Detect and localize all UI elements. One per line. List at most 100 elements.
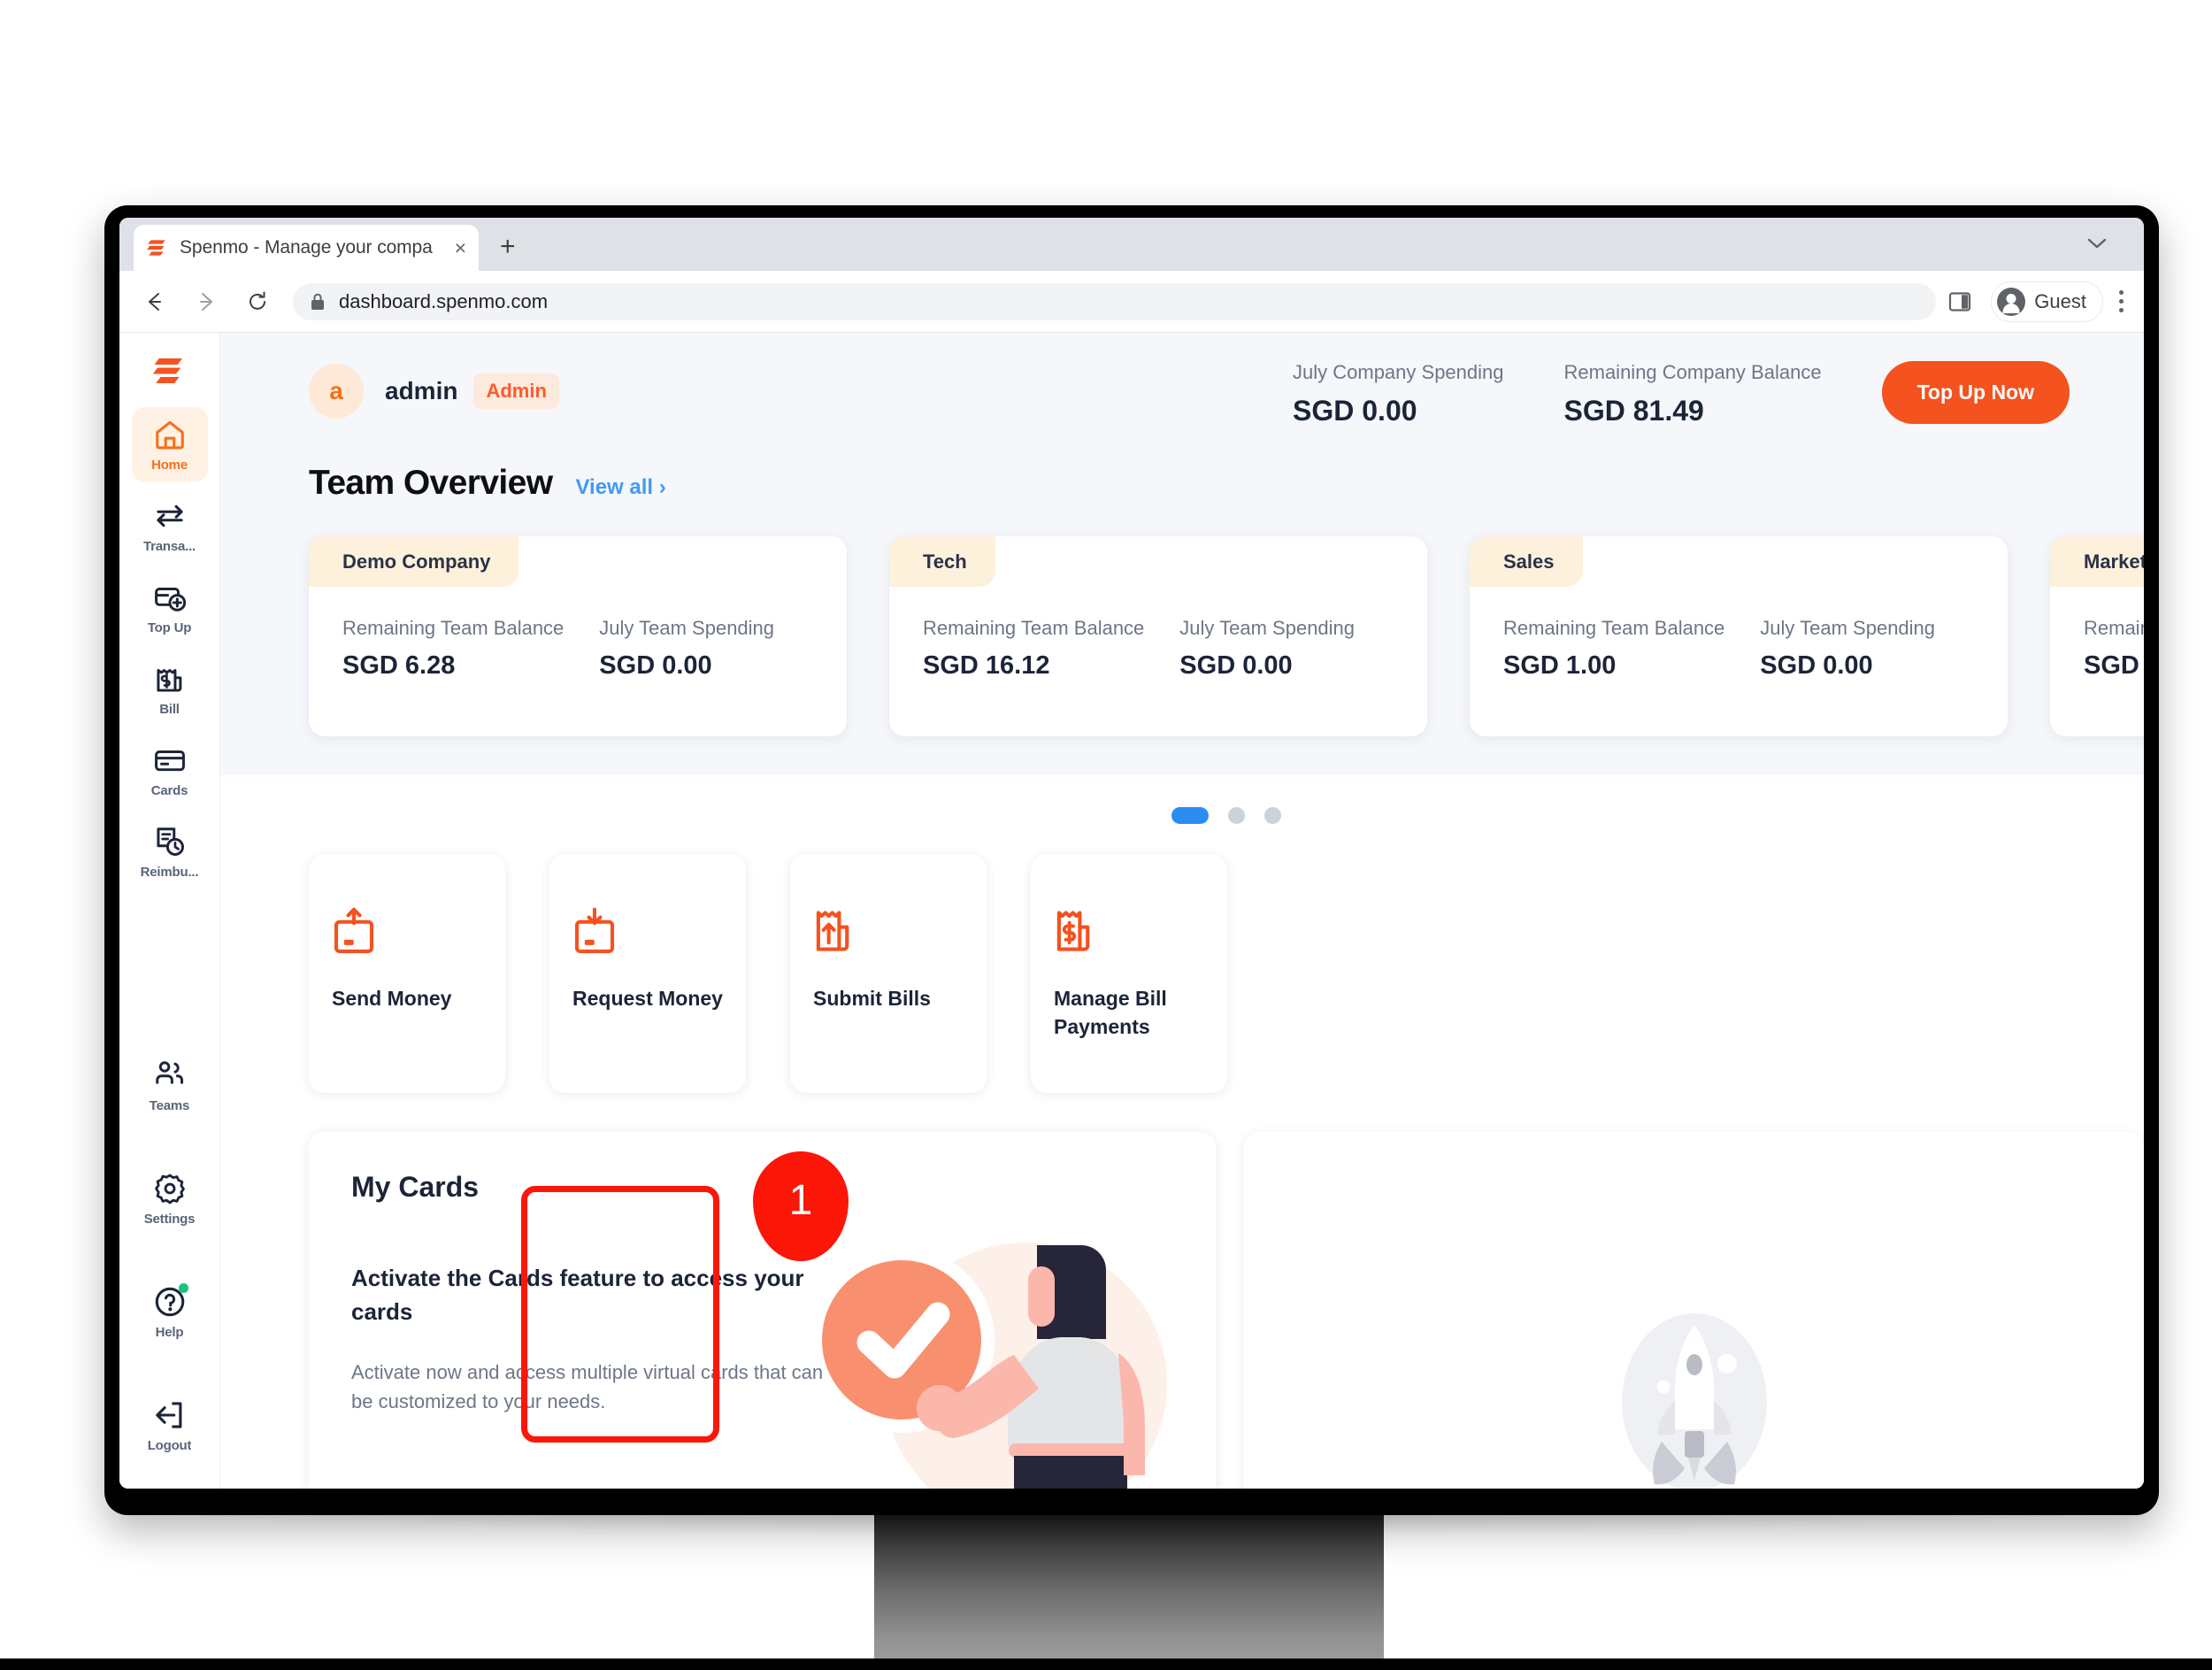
sidebar-item-bill[interactable]: Bill bbox=[132, 651, 208, 726]
manage-bill-payments-icon-wrap bbox=[1054, 907, 1204, 960]
sidebar-item-transactions[interactable]: Transa... bbox=[132, 489, 208, 563]
metric-remaining-balance: Remain SGD 1 bbox=[2084, 617, 2144, 681]
send-money-icon bbox=[334, 907, 374, 953]
send-money-icon-wrap bbox=[332, 907, 482, 960]
main-content: a admin Admin July Company Spending SGD … bbox=[220, 333, 2144, 1489]
back-button[interactable] bbox=[139, 286, 171, 318]
profile-label: Guest bbox=[2034, 289, 2086, 312]
sidebar-item-topup[interactable]: Top Up bbox=[132, 570, 208, 644]
team-name-chip: Sales bbox=[1470, 536, 1583, 587]
team-name-chip: Markett bbox=[2050, 536, 2144, 587]
quick-action-submit-bills[interactable]: Submit Bills bbox=[790, 854, 987, 1093]
quick-action-label: Send Money bbox=[332, 987, 452, 1010]
screenshot-stage: Spenmo - Manage your compa × + dashboard… bbox=[0, 0, 2212, 1670]
sidebar-item-label: Bill bbox=[159, 702, 180, 717]
browser-toolbar: dashboard.spenmo.com Guest bbox=[119, 271, 2144, 333]
bill-icon bbox=[156, 669, 181, 692]
sidebar-item-label: Help bbox=[155, 1325, 184, 1340]
request-money-icon bbox=[574, 907, 615, 953]
reimbursement-icon bbox=[156, 827, 184, 856]
team-card[interactable]: Tech Remaining Team Balance SGD 16.12 Ju… bbox=[889, 536, 1427, 736]
metric-label: July Team Spending bbox=[1760, 617, 1936, 639]
sidebar-item-label: Settings bbox=[143, 1212, 196, 1227]
request-money-icon-wrap bbox=[572, 907, 723, 960]
metric-label: Remain bbox=[2084, 617, 2144, 639]
stat-label: July Company Spending bbox=[1293, 361, 1504, 383]
quick-action-label: Manage Bill Payments bbox=[1054, 987, 1167, 1038]
browser-window: Spenmo - Manage your compa × + dashboard… bbox=[119, 218, 2144, 1489]
browser-tab[interactable]: Spenmo - Manage your compa × bbox=[134, 225, 479, 271]
side-panel-icon[interactable] bbox=[1948, 290, 1971, 313]
sidebar-item-teams[interactable]: Teams bbox=[132, 1048, 208, 1122]
quick-action-manage-bill-payments[interactable]: Manage Bill Payments bbox=[1031, 854, 1227, 1093]
team-name-chip: Tech bbox=[889, 536, 995, 587]
address-bar[interactable]: dashboard.spenmo.com bbox=[293, 282, 1937, 320]
browser-tab-title: Spenmo - Manage your compa bbox=[180, 237, 433, 258]
team-card[interactable]: Demo Company Remaining Team Balance SGD … bbox=[309, 536, 847, 736]
sidebar-item-reimbursement[interactable]: Reimbu... bbox=[132, 814, 208, 889]
browser-menu-icon[interactable] bbox=[2117, 290, 2124, 312]
stat-company-balance: Remaining Company Balance SGD 81.49 bbox=[1564, 361, 1822, 427]
annotation-highlight-box bbox=[521, 1186, 719, 1443]
annotation-number: 1 bbox=[788, 1176, 813, 1224]
user-name: admin bbox=[385, 377, 458, 404]
sidebar-item-settings[interactable]: Settings bbox=[132, 1161, 208, 1235]
quick-action-request-money[interactable]: Request Money bbox=[549, 854, 746, 1093]
spenmo-logo-icon[interactable] bbox=[150, 352, 189, 389]
dashboard-body: Send Money Request Money Submit Bills Ma… bbox=[220, 807, 2144, 1489]
card-icon bbox=[154, 750, 185, 772]
quick-action-label: Request Money bbox=[572, 987, 723, 1010]
team-metrics: Remain SGD 1 bbox=[2050, 587, 2144, 681]
metric-value: SGD 1 bbox=[2084, 651, 2144, 680]
sidebar-item-label: Transa... bbox=[142, 539, 196, 554]
team-overview-header: Team Overview View all › bbox=[309, 464, 2144, 503]
woman-checkmark-illustration bbox=[809, 1243, 1167, 1489]
metric-label: July Team Spending bbox=[1179, 617, 1356, 639]
new-tab-button[interactable]: + bbox=[500, 234, 516, 260]
team-card[interactable]: Sales Remaining Team Balance SGD 1.00 Ju… bbox=[1470, 536, 2008, 736]
metric-july-spending: July Team Spending SGD 0.00 bbox=[1760, 617, 1935, 681]
carousel-dot[interactable] bbox=[1228, 807, 1245, 824]
team-cards-carousel: Demo Company Remaining Team Balance SGD … bbox=[309, 536, 2144, 736]
avatar bbox=[1997, 287, 2026, 316]
rocket-icon bbox=[1621, 1313, 1767, 1489]
reload-button[interactable] bbox=[242, 286, 273, 318]
avatar[interactable]: a bbox=[309, 364, 364, 419]
floor-strip bbox=[0, 1658, 2212, 1670]
sidebar-item-label: Teams bbox=[149, 1098, 190, 1113]
sidebar: Home Transa... Top Up Bill Cards Reimbu.… bbox=[119, 333, 220, 1489]
quick-action-send-money[interactable]: Send Money bbox=[309, 854, 505, 1093]
metric-value: SGD 0.00 bbox=[599, 651, 712, 680]
tab-close-icon[interactable]: × bbox=[455, 237, 466, 258]
browser-tabstrip: Spenmo - Manage your compa × + bbox=[119, 218, 2144, 271]
home-icon bbox=[155, 420, 184, 450]
stat-label: Remaining Company Balance bbox=[1563, 361, 1822, 383]
coming-soon-panel: A new feature is launching soon! More ma… bbox=[1244, 1132, 2144, 1489]
metric-value: SGD 0.00 bbox=[1179, 651, 1293, 680]
metric-label: Remaining Team Balance bbox=[1503, 617, 1725, 639]
chevron-down-icon[interactable] bbox=[2085, 235, 2108, 251]
monitor-bezel: Spenmo - Manage your compa × + dashboard… bbox=[104, 205, 2159, 1515]
top-up-now-button[interactable]: Top Up Now bbox=[1881, 361, 2070, 424]
forward-button[interactable] bbox=[190, 286, 222, 318]
lock-icon bbox=[311, 293, 324, 310]
gear-icon bbox=[154, 1174, 185, 1204]
carousel-pager bbox=[309, 807, 2144, 824]
view-all-link[interactable]: View all › bbox=[575, 475, 665, 500]
submit-bills-icon-wrap bbox=[813, 907, 964, 960]
carousel-dot-active[interactable] bbox=[1171, 807, 1209, 824]
manage-bill-payments-icon bbox=[1056, 911, 1090, 951]
stat-value: SGD 81.49 bbox=[1563, 395, 1704, 427]
monitor-stand bbox=[874, 1505, 1384, 1659]
carousel-dot[interactable] bbox=[1264, 807, 1281, 824]
spenmo-dashboard: Home Transa... Top Up Bill Cards Reimbu.… bbox=[119, 333, 2144, 1489]
metric-label: Remaining Team Balance bbox=[923, 617, 1145, 639]
team-card[interactable]: Markett Remain SGD 1 bbox=[2050, 536, 2144, 736]
sidebar-item-home[interactable]: Home bbox=[131, 407, 208, 481]
sidebar-item-cards[interactable]: Cards bbox=[132, 733, 208, 807]
sidebar-item-logout[interactable]: Logout bbox=[132, 1388, 208, 1462]
page-title: Team Overview bbox=[309, 464, 553, 502]
profile-chip[interactable]: Guest bbox=[1991, 281, 2103, 322]
metric-july-spending: July Team Spending SGD 0.00 bbox=[599, 617, 774, 681]
sidebar-item-help[interactable]: Help bbox=[132, 1274, 208, 1349]
